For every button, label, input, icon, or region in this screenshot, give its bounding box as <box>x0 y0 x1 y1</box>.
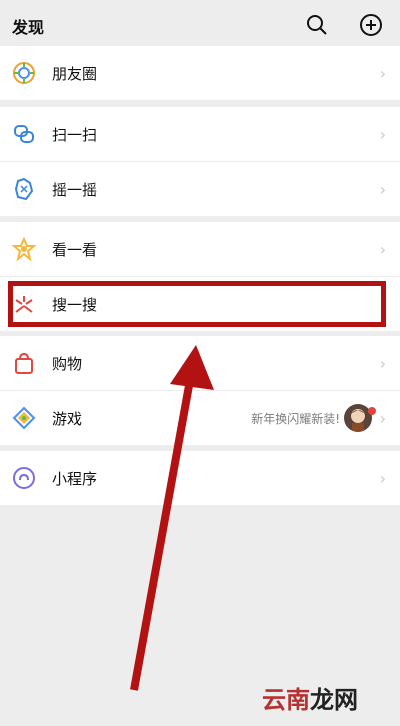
watermark: 云南龙网 <box>262 680 358 715</box>
watermark-part2: 龙网 <box>310 686 358 714</box>
watermark-part1: 云南 <box>262 686 310 714</box>
annotation-arrow <box>130 345 214 691</box>
